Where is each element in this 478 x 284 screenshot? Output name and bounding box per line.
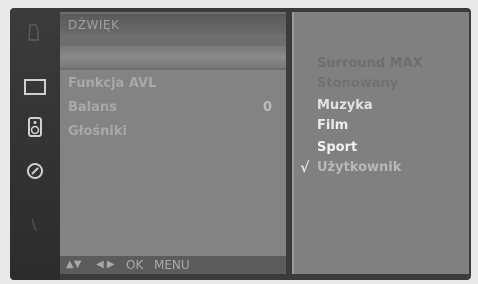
option-surround-max[interactable]: Surround MAX	[317, 56, 423, 71]
option-muzyka[interactable]: Muzyka	[317, 98, 373, 113]
menu-item-avl[interactable]: Funkcja AVL	[68, 76, 156, 91]
menu-title: DŹWIĘK	[68, 18, 120, 32]
menu-hint: MENU	[154, 258, 190, 272]
option-sport[interactable]: Sport	[317, 140, 357, 155]
option-uzytkownik[interactable]: Użytkownik	[317, 160, 401, 175]
option-stonowany[interactable]: Stonowany	[317, 76, 398, 91]
sound-menu-panel: DŹWIĘK Funkcja AVL Balans 0 Głośniki ▲▼ …	[60, 12, 286, 274]
icon-rail	[10, 8, 60, 280]
selected-row-sound-mode[interactable]	[60, 46, 286, 68]
ok-hint: OK	[126, 258, 144, 272]
menu-title-bar: DŹWIĘK	[60, 14, 286, 34]
updown-arrows-icon: ▲▼	[66, 259, 82, 270]
clock-icon[interactable]	[21, 160, 49, 182]
lock-icon[interactable]	[21, 214, 49, 236]
leftright-arrows-icon: ◀ ▶	[96, 259, 115, 270]
tv-icon[interactable]	[21, 76, 49, 98]
menu-list: Funkcja AVL Balans 0 Głośniki	[60, 70, 286, 258]
menu-item-balance[interactable]: Balans	[68, 100, 117, 115]
balance-value: 0	[262, 100, 272, 115]
check-mark-icon: √	[300, 160, 310, 176]
option-film[interactable]: Film	[317, 118, 348, 133]
sound-mode-submenu: Surround MAX Stonowany Muzyka Film Sport…	[292, 12, 469, 274]
picture-icon[interactable]	[21, 22, 49, 44]
menu-item-speakers[interactable]: Głośniki	[68, 124, 127, 139]
speaker-icon[interactable]	[21, 116, 49, 138]
nav-hint-bar: ▲▼ ◀ ▶ OK MENU	[60, 256, 286, 274]
osd-screen: DŹWIĘK Funkcja AVL Balans 0 Głośniki ▲▼ …	[10, 8, 471, 280]
